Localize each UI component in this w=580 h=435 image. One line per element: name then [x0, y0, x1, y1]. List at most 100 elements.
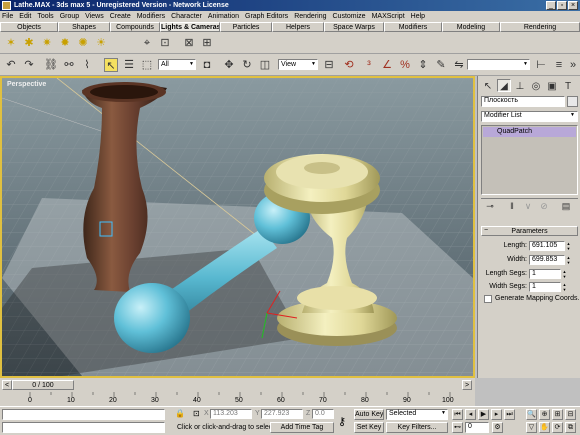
menu-character[interactable]: Character [171, 13, 202, 20]
generate-mapping-checkbox[interactable] [484, 295, 492, 303]
current-frame-field[interactable]: 0 [465, 422, 489, 433]
maximize-icon[interactable]: ▫ [557, 1, 567, 10]
time-slider-track[interactable]: < 0 / 100 > [0, 378, 475, 392]
width-segs-field[interactable]: 1 [529, 282, 561, 292]
menu-group[interactable]: Group [60, 13, 79, 20]
named-selection-sets-dropdown[interactable] [467, 59, 530, 70]
layer-manager-icon[interactable]: ≡ [552, 58, 566, 72]
unlink-icon[interactable]: ⚯ [62, 58, 76, 72]
show-end-result-icon[interactable]: ‖ [505, 199, 519, 213]
tab-lights-cameras[interactable]: Lights & Cameras [160, 22, 220, 32]
tab-shapes[interactable]: Shapes [58, 22, 110, 32]
set-key-button[interactable]: Set Key [354, 422, 384, 433]
select-by-name-icon[interactable]: ☰ [122, 58, 136, 72]
free-spot-icon[interactable]: ✱ [22, 36, 36, 50]
redo-icon[interactable]: ↷ [22, 58, 36, 72]
tab-compounds[interactable]: Compounds [110, 22, 160, 32]
select-link-icon[interactable]: ⛓ [44, 58, 58, 72]
reference-coordinate-dropdown[interactable]: View [278, 59, 318, 70]
close-icon[interactable]: × [568, 1, 578, 10]
tab-helpers[interactable]: Helpers [272, 22, 324, 32]
menu-animation[interactable]: Animation [208, 13, 239, 20]
perspective-viewport[interactable]: Perspective [0, 76, 475, 378]
arc-rotate-icon[interactable]: ⟳ [552, 422, 563, 433]
zoom-extents-icon[interactable]: ⊞ [552, 409, 563, 420]
use-pivot-center-icon[interactable]: ⊟ [322, 58, 336, 72]
pan-icon[interactable]: ✋ [539, 422, 550, 433]
hierarchy-tab-icon[interactable]: ⊥ [513, 79, 527, 92]
play-icon[interactable]: ▶ [478, 409, 489, 420]
key-mode-toggle-icon[interactable]: ⊷ [452, 422, 463, 433]
menu-graph-editors[interactable]: Graph Editors [245, 13, 288, 20]
menu-rendering[interactable]: Rendering [294, 13, 326, 20]
remove-modifier-icon[interactable]: ⊘ [537, 199, 551, 213]
tab-modeling[interactable]: Modeling [442, 22, 500, 32]
tab-modifiers[interactable]: Modifiers [384, 22, 442, 32]
menu-edit[interactable]: Edit [19, 13, 31, 20]
go-to-start-icon[interactable]: ⏮ [452, 409, 463, 420]
tab-rendering[interactable]: Rendering [500, 22, 580, 32]
width-segs-spinner-icon[interactable]: ▲ ▼ [562, 282, 567, 292]
key-filters-button[interactable]: Key Filters... [386, 422, 448, 433]
absolute-mode-icon[interactable]: ⊡ [193, 409, 200, 418]
skylight-icon[interactable]: ☀ [94, 36, 108, 50]
motion-tab-icon[interactable]: ◎ [529, 79, 543, 92]
add-time-tag-button[interactable]: Add Time Tag [270, 422, 334, 433]
pin-stack-icon[interactable]: ⊸ [483, 199, 497, 213]
width-spinner-icon[interactable]: ▲ ▼ [566, 255, 571, 265]
percent-snap-icon[interactable]: % [398, 58, 412, 72]
select-rotate-icon[interactable]: ↻ [240, 58, 254, 72]
utilities-tab-icon[interactable]: T [561, 79, 575, 92]
field-of-view-icon[interactable]: ▽ [526, 422, 537, 433]
target-camera-icon[interactable]: ⌖ [140, 36, 154, 50]
menu-customize[interactable]: Customize [333, 13, 366, 20]
object-name-field[interactable]: Плоскость [481, 96, 565, 107]
viewport-label[interactable]: Perspective [7, 81, 46, 88]
make-unique-icon[interactable]: ∨ [521, 199, 535, 213]
rectangular-selection-icon[interactable]: ⬚ [140, 58, 154, 72]
free-direct-icon[interactable]: ✸ [58, 36, 72, 50]
configure-modifier-sets-icon[interactable]: ▤ [559, 199, 573, 213]
maximize-viewport-icon[interactable]: ⧉ [565, 422, 576, 433]
tab-objects[interactable]: Objects [0, 22, 58, 32]
x-coordinate-field[interactable]: 113.203 [210, 409, 252, 419]
previous-frame-icon[interactable]: ◂ [465, 409, 476, 420]
next-frame-icon[interactable]: ▸ [491, 409, 502, 420]
undo-icon[interactable]: ↶ [4, 58, 18, 72]
timeline-ruler[interactable]: 0 10 20 30 40 50 60 70 80 90 100 [0, 392, 475, 406]
target-direct-icon[interactable]: ✷ [40, 36, 54, 50]
zoom-icon[interactable]: 🔍 [526, 409, 537, 420]
menu-file[interactable]: File [2, 13, 13, 20]
more-tools-icon[interactable]: » [566, 58, 580, 72]
length-field[interactable]: 691.105 [529, 241, 565, 251]
menu-create[interactable]: Create [110, 13, 131, 20]
time-prev-icon[interactable]: < [2, 380, 12, 390]
tab-particles[interactable]: Particles [220, 22, 272, 32]
length-segs-spinner-icon[interactable]: ▲ ▼ [562, 269, 567, 279]
object-color-swatch[interactable] [567, 96, 578, 107]
length-segs-field[interactable]: 1 [529, 269, 561, 279]
display-tab-icon[interactable]: ▣ [545, 79, 559, 92]
mirror-icon[interactable]: ⇋ [452, 58, 466, 72]
zoom-all-icon[interactable]: ⊕ [539, 409, 550, 420]
y-coordinate-field[interactable]: 227.923 [261, 409, 303, 419]
bind-space-warp-icon[interactable]: ⌇ [80, 58, 94, 72]
zoom-extents-all-icon[interactable]: ⊟ [565, 409, 576, 420]
select-object-icon[interactable]: ↖ [104, 58, 118, 72]
omni-light-icon[interactable]: ✺ [76, 36, 90, 50]
menu-modifiers[interactable]: Modifiers [137, 13, 165, 20]
menu-maxscript[interactable]: MAXScript [372, 13, 405, 20]
select-manipulate-icon[interactable]: ⟲ [342, 58, 356, 72]
maxscript-listener-field[interactable] [2, 409, 165, 420]
select-scale-icon[interactable]: ◫ [258, 58, 272, 72]
select-move-icon[interactable]: ✥ [222, 58, 236, 72]
tab-space-warps[interactable]: Space Warps [324, 22, 384, 32]
go-to-end-icon[interactable]: ⏭ [504, 409, 515, 420]
z-coordinate-field[interactable]: 0.0 [312, 409, 334, 419]
key-mode-dropdown[interactable]: Selected [386, 409, 448, 420]
snaps-toggle-icon[interactable]: ³ [362, 58, 376, 72]
stack-item-quadpatch[interactable]: QuadPatch [483, 127, 576, 137]
modifier-list-dropdown[interactable]: Modifier List [481, 111, 578, 122]
target-spot-icon[interactable]: ✶ [4, 36, 18, 50]
time-slider-thumb[interactable]: 0 / 100 [12, 380, 74, 390]
